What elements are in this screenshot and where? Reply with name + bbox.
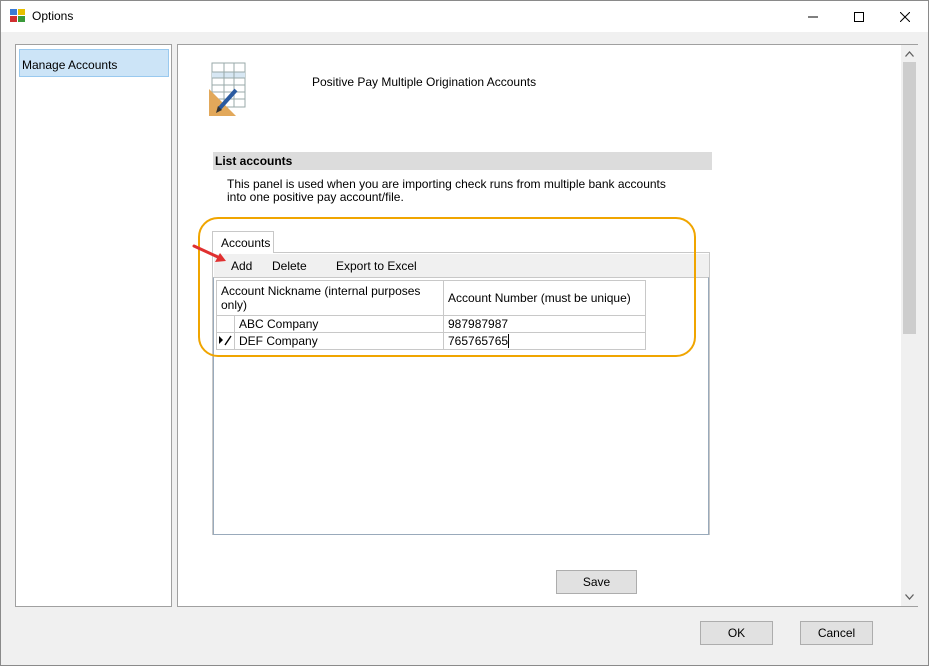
scrollbar-thumb[interactable] xyxy=(903,62,916,334)
options-window: Options Manage Accounts Positive Pay Mul… xyxy=(0,0,929,666)
export-to-excel-button[interactable]: Export to Excel xyxy=(336,259,417,273)
scroll-up-icon[interactable] xyxy=(901,47,918,61)
close-icon xyxy=(900,11,910,22)
nickname-cell[interactable]: ABC Company xyxy=(234,315,444,333)
maximize-button[interactable] xyxy=(836,1,882,32)
accounts-table: Account Nickname (internal purposes only… xyxy=(216,280,646,350)
row-header-editing[interactable] xyxy=(216,332,235,350)
title-bar: Options xyxy=(1,1,928,32)
add-button[interactable]: Add xyxy=(231,259,252,273)
app-icon xyxy=(10,9,25,22)
vertical-scrollbar[interactable] xyxy=(901,45,918,606)
accounts-grid: Account Nickname (internal purposes only… xyxy=(213,277,709,535)
maximize-icon xyxy=(854,11,864,22)
close-button[interactable] xyxy=(882,1,928,32)
minimize-button[interactable] xyxy=(790,1,836,32)
scroll-down-icon[interactable] xyxy=(901,590,918,604)
delete-button[interactable]: Delete xyxy=(272,259,307,273)
main-panel: Positive Pay Multiple Origination Accoun… xyxy=(177,44,918,607)
nav-item-manage-accounts[interactable]: Manage Accounts xyxy=(19,49,169,77)
column-header-account-number[interactable]: Account Number (must be unique) xyxy=(443,280,646,316)
account-number-cell[interactable]: 765765765 xyxy=(443,332,646,350)
save-button[interactable]: Save xyxy=(556,570,637,594)
nav-panel: Manage Accounts xyxy=(15,44,172,607)
panel-description: This panel is used when you are importin… xyxy=(227,177,666,204)
table-row[interactable]: DEF Company 765765765 xyxy=(216,332,646,350)
nickname-cell[interactable]: DEF Company xyxy=(234,332,444,350)
row-edit-pencil-icon xyxy=(219,335,232,345)
tab-accounts[interactable]: Accounts xyxy=(212,231,274,253)
grid-toolbar: Add Delete Export to Excel xyxy=(214,254,709,277)
accounts-tab-page: Add Delete Export to Excel Account Nickn… xyxy=(212,252,710,535)
cancel-button[interactable]: Cancel xyxy=(800,621,873,645)
minimize-icon xyxy=(808,16,818,17)
section-header: List accounts xyxy=(213,152,712,170)
account-number-cell[interactable]: 987987987 xyxy=(443,315,646,333)
table-edit-icon xyxy=(209,62,246,116)
row-header[interactable] xyxy=(216,315,235,333)
table-row[interactable]: ABC Company 987987987 xyxy=(216,315,646,333)
ok-button[interactable]: OK xyxy=(700,621,773,645)
window-title: Options xyxy=(32,9,74,23)
column-header-nickname[interactable]: Account Nickname (internal purposes only… xyxy=(216,280,444,316)
page-title: Positive Pay Multiple Origination Accoun… xyxy=(312,75,537,89)
